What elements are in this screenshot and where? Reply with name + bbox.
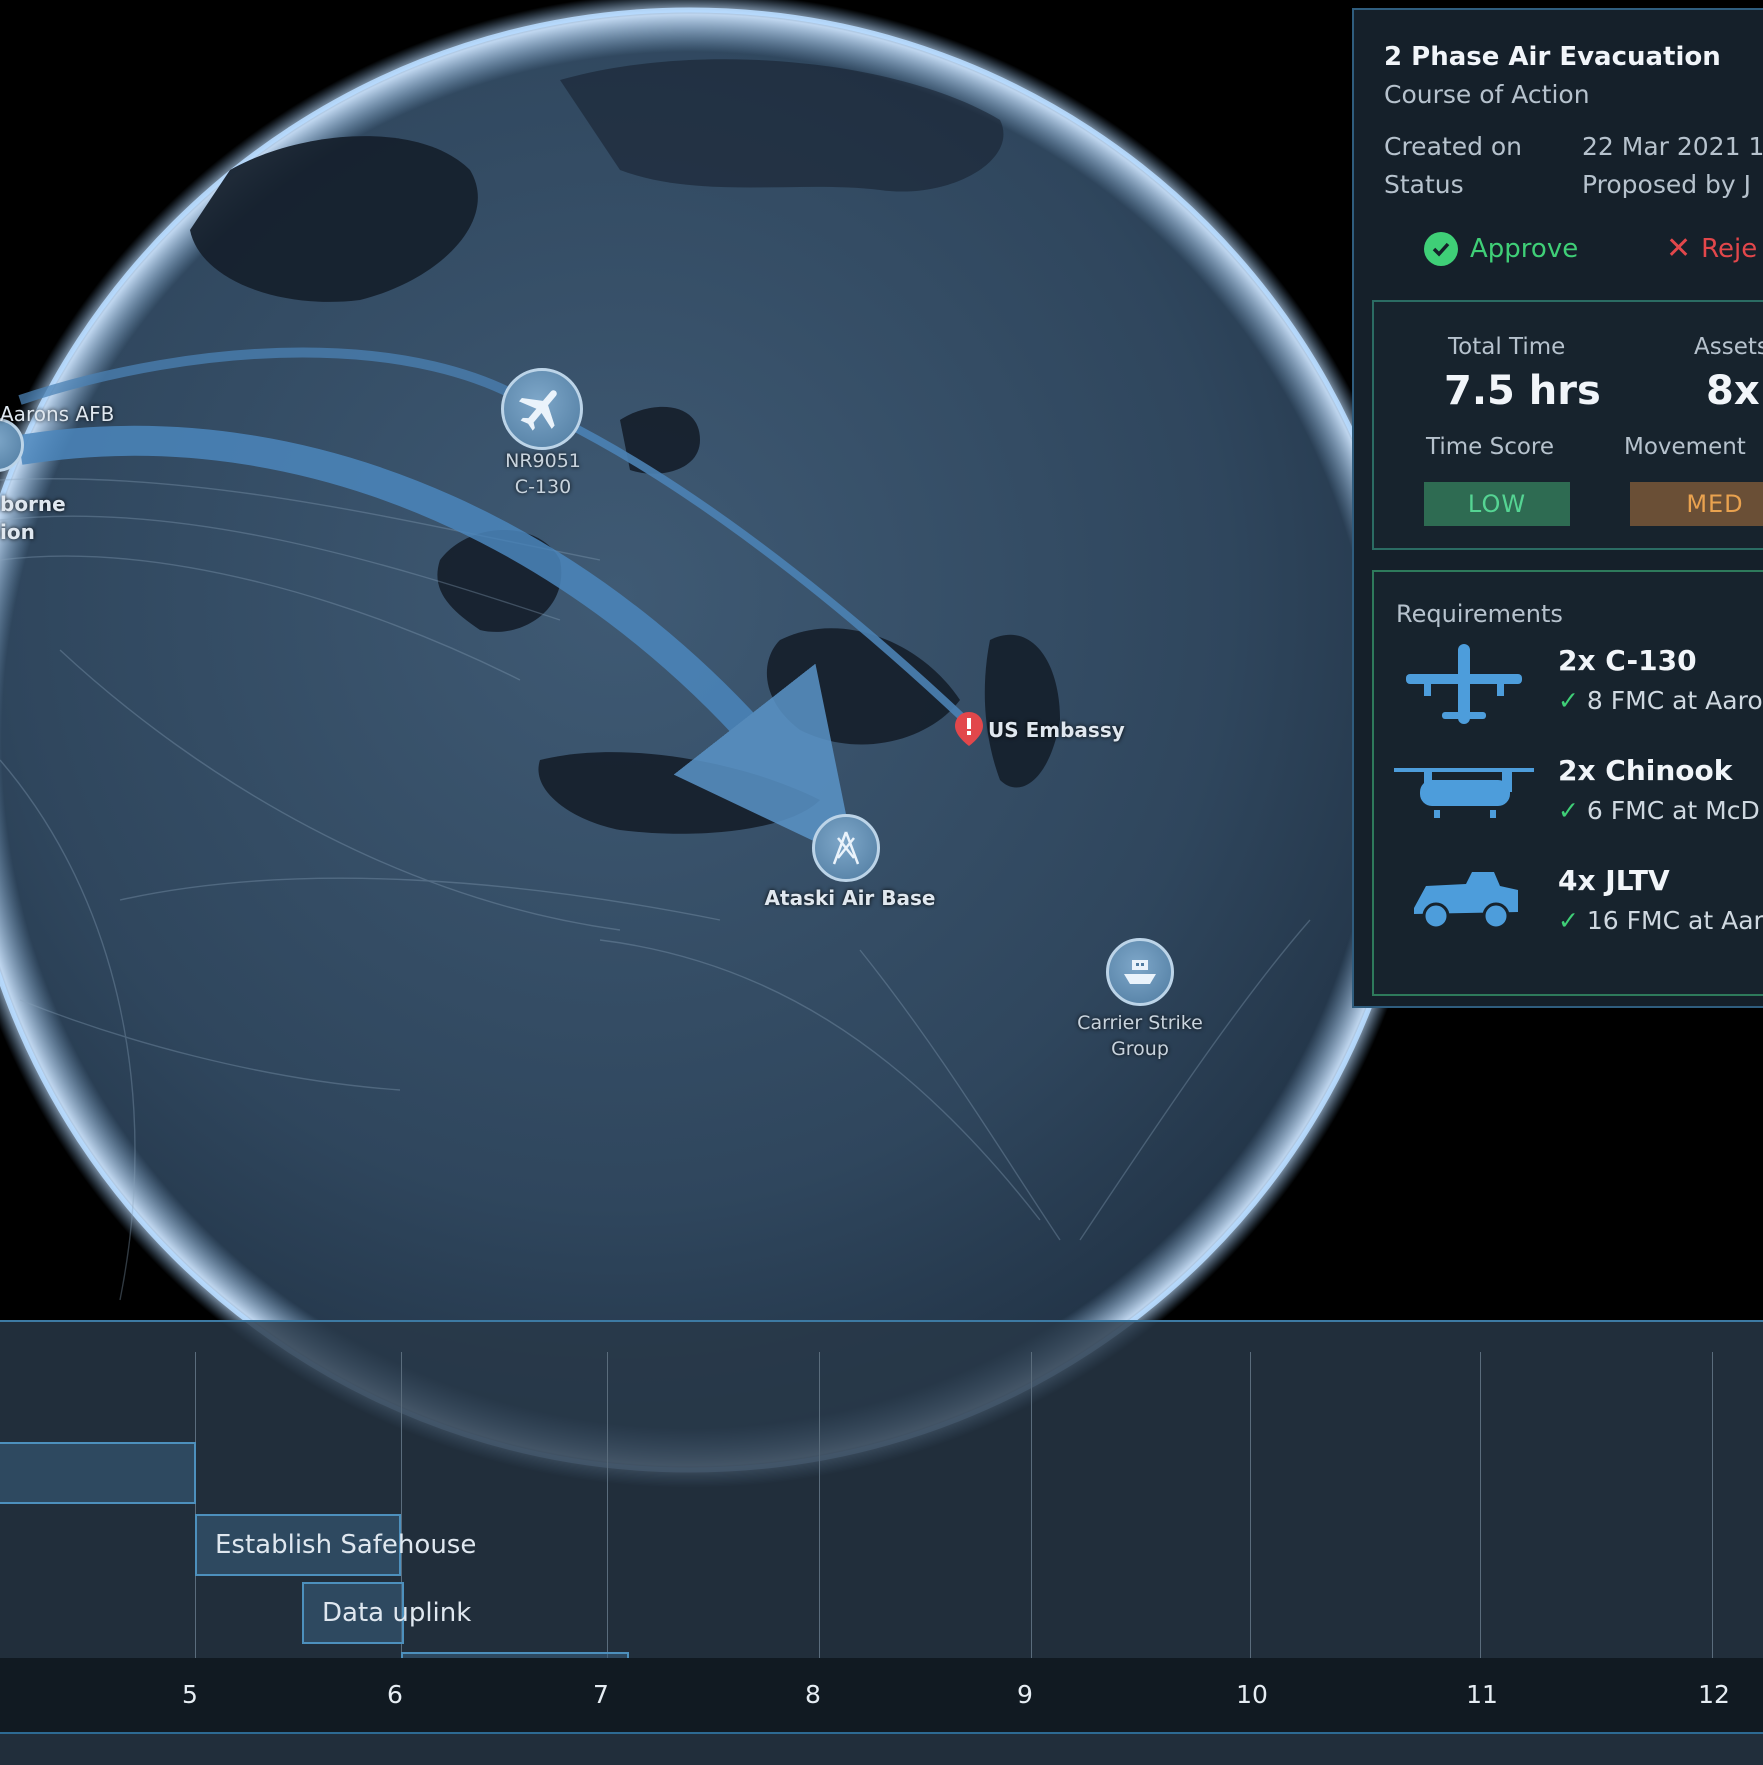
movement-label: Movement bbox=[1624, 434, 1746, 460]
aircraft-id-label: NR9051 bbox=[505, 450, 581, 472]
coa-subtitle: Course of Action bbox=[1384, 80, 1590, 109]
task-label: Establish Safehouse bbox=[215, 1530, 477, 1560]
timeline-axis: 5 6 7 8 9 10 11 12 bbox=[0, 1658, 1763, 1732]
reject-button[interactable]: ✕ Reje bbox=[1666, 231, 1758, 266]
tick-label: 12 bbox=[1698, 1680, 1730, 1709]
approve-label: Approve bbox=[1470, 234, 1579, 264]
ship-icon[interactable] bbox=[1106, 938, 1174, 1006]
tick-label: 9 bbox=[1017, 1680, 1033, 1709]
location-pin-icon[interactable] bbox=[955, 712, 983, 746]
coa-title: 2 Phase Air Evacuation bbox=[1384, 42, 1721, 72]
checkmark-icon: ✓ bbox=[1558, 686, 1579, 715]
carrier-label-line2: Group bbox=[1111, 1038, 1169, 1060]
grid-line bbox=[1250, 1352, 1251, 1682]
tick-label: 11 bbox=[1466, 1680, 1498, 1709]
requirement-1-detail: 8 FMC at Aaro bbox=[1586, 686, 1763, 715]
aircraft-type-label: C-130 bbox=[514, 476, 572, 498]
task-bar[interactable] bbox=[0, 1442, 196, 1504]
status-label: Status bbox=[1384, 170, 1464, 199]
total-time-label: Total Time bbox=[1448, 334, 1566, 360]
check-circle-icon bbox=[1424, 232, 1458, 266]
jltv-vehicle-icon bbox=[1410, 868, 1522, 936]
approve-button[interactable]: Approve bbox=[1424, 232, 1578, 266]
metrics-box: Total Time 7.5 hrs Assets 8x Time Score … bbox=[1372, 300, 1763, 550]
movement-score-chip: MED bbox=[1630, 482, 1763, 526]
requirement-3-title: 4x JLTV bbox=[1558, 864, 1670, 897]
airborne-label-line2: ion bbox=[0, 520, 35, 544]
task-label: Data uplink bbox=[322, 1598, 472, 1628]
grid-line bbox=[1031, 1352, 1032, 1682]
assets-value: 8x bbox=[1706, 368, 1760, 414]
tick-label: 7 bbox=[593, 1680, 609, 1709]
total-time-value: 7.5 hrs bbox=[1444, 368, 1601, 414]
requirement-1-detail-row: ✓ 8 FMC at Aaro bbox=[1558, 686, 1763, 715]
task-bar-data-uplink[interactable]: Data uplink bbox=[302, 1582, 471, 1644]
requirements-box: Requirements 2x C-130 ✓ 8 FMC at Aaro 2x… bbox=[1372, 570, 1763, 996]
airplane-icon[interactable] bbox=[501, 368, 583, 450]
requirement-2-title: 2x Chinook bbox=[1558, 754, 1733, 787]
ataski-air-base-label: Ataski Air Base bbox=[764, 886, 936, 910]
checkmark-icon: ✓ bbox=[1558, 796, 1579, 825]
requirement-2-detail: 6 FMC at McD bbox=[1586, 796, 1760, 825]
reject-label: Reje bbox=[1701, 234, 1758, 264]
requirement-3-detail: 16 FMC at Aar bbox=[1586, 906, 1763, 935]
aarons-afb-label: Aarons AFB bbox=[0, 402, 115, 426]
airborne-label-line1: borne bbox=[0, 492, 66, 516]
course-of-action-panel: 2 Phase Air Evacuation Course of Action … bbox=[1352, 8, 1763, 1008]
c130-aircraft-icon bbox=[1402, 640, 1526, 734]
requirements-heading: Requirements bbox=[1396, 600, 1563, 628]
tick-label: 10 bbox=[1236, 1680, 1268, 1709]
task-bar-establish-safehouse[interactable]: Establish Safehouse bbox=[195, 1514, 476, 1576]
tick-label: 8 bbox=[805, 1680, 821, 1709]
tick-label: 6 bbox=[387, 1680, 403, 1709]
chinook-helicopter-icon bbox=[1394, 762, 1534, 826]
us-embassy-label: US Embassy bbox=[988, 718, 1125, 742]
checkmark-icon: ✓ bbox=[1558, 906, 1579, 935]
status-value: Proposed by J bbox=[1582, 170, 1752, 199]
grid-line bbox=[1480, 1352, 1481, 1682]
grid-line bbox=[819, 1352, 820, 1682]
requirement-2-detail-row: ✓ 6 FMC at McD bbox=[1558, 796, 1760, 825]
grid-line bbox=[1712, 1352, 1713, 1682]
airbase-icon[interactable] bbox=[812, 814, 880, 882]
tick-label: 5 bbox=[182, 1680, 198, 1709]
time-score-label: Time Score bbox=[1426, 434, 1555, 460]
timeline-bottom-border bbox=[0, 1732, 1763, 1734]
created-on-label: Created on bbox=[1384, 132, 1523, 161]
close-icon: ✕ bbox=[1666, 231, 1692, 266]
grid-line bbox=[607, 1352, 608, 1682]
requirement-1-title: 2x C-130 bbox=[1558, 644, 1697, 677]
assets-label: Assets bbox=[1694, 334, 1763, 360]
time-score-chip: LOW bbox=[1424, 482, 1570, 526]
requirement-3-detail-row: ✓ 16 FMC at Aar bbox=[1558, 906, 1763, 935]
created-on-value: 22 Mar 2021 1 bbox=[1582, 132, 1763, 161]
carrier-label-line1: Carrier Strike bbox=[1077, 1012, 1203, 1034]
